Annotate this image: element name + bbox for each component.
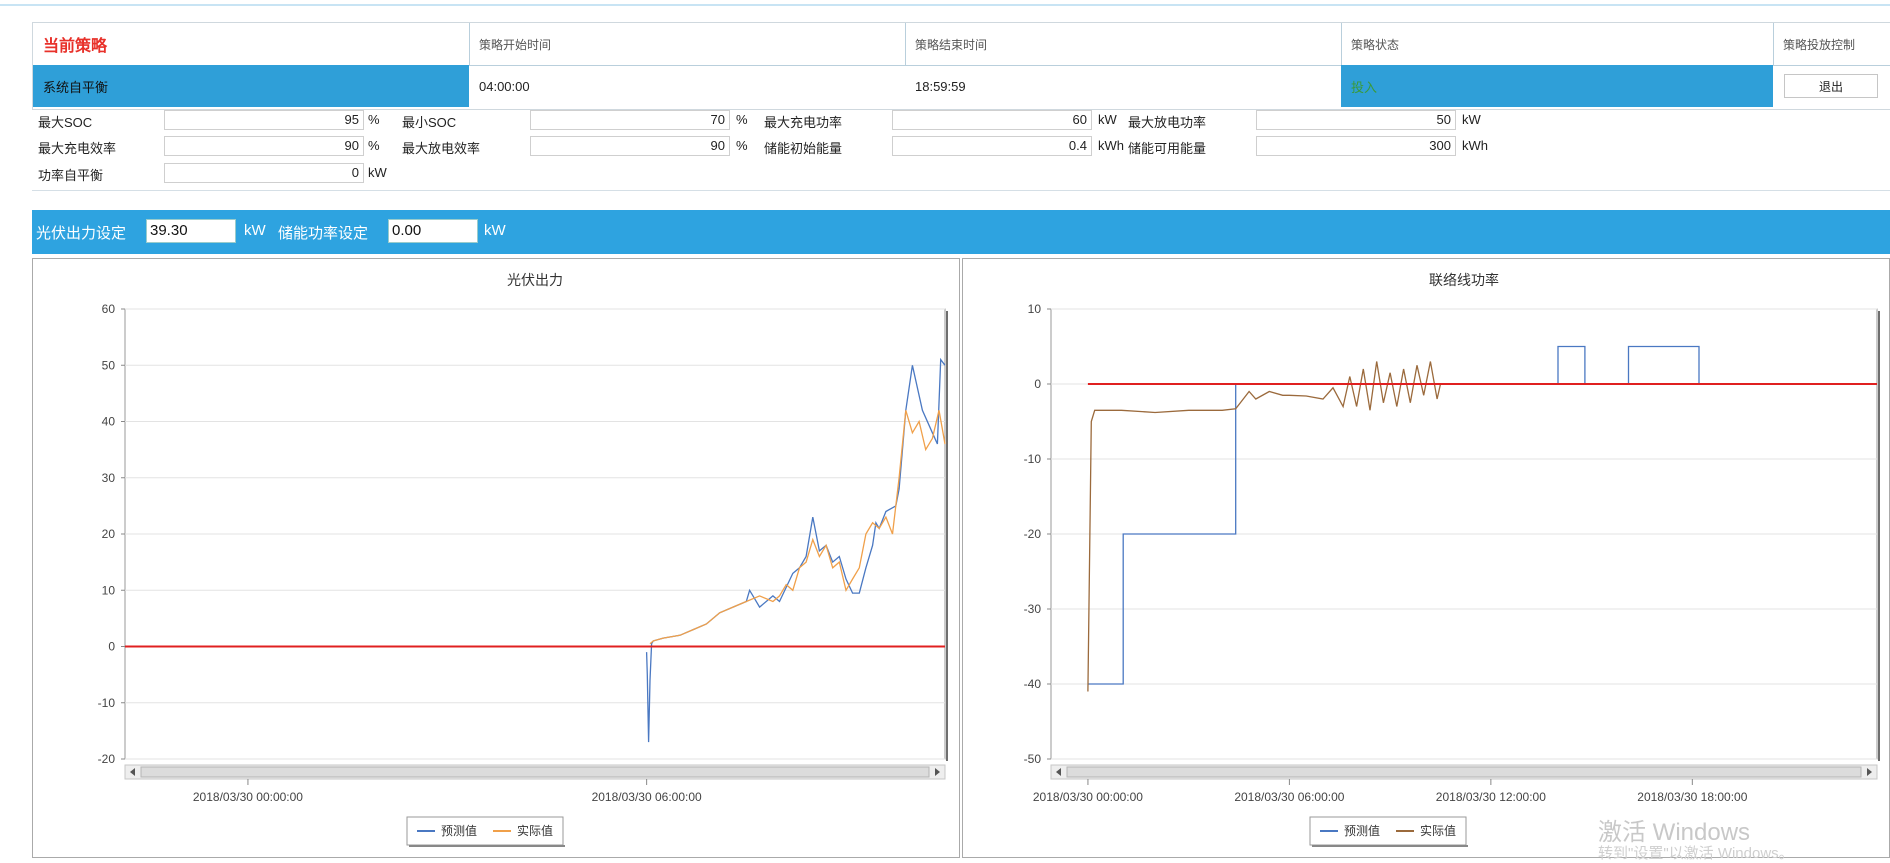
y-tick-label: 30: [102, 471, 116, 485]
param-unit: kW: [1098, 112, 1117, 127]
legend-shadow: [409, 845, 565, 847]
pv-output-panel: 光伏出力 60 50 40 30 20 10 0 -10 -20 2018/03/30 00:00:…: [32, 258, 960, 858]
header-start-time: 策略开始时间: [479, 37, 552, 52]
tieline-power-panel: 联络线功率 10 0 -10 -20 -30 -40 -50 2018/03/30 00:00:…: [962, 258, 1890, 858]
legend-label[interactable]: 实际值: [1420, 823, 1456, 838]
param-unit: kW: [368, 165, 387, 180]
strategy-row-status: 投入: [1341, 65, 1773, 107]
y-tick-label: 0: [108, 640, 115, 654]
strategy-title-cell: 当前策略: [33, 23, 469, 65]
x-tick-label: 2018/03/30 00:00:00: [193, 790, 303, 804]
legend-label[interactable]: 预测值: [1344, 823, 1380, 838]
legend-label[interactable]: 实际值: [517, 823, 553, 838]
strategy-row-name[interactable]: 系统自平衡: [33, 65, 469, 107]
x-tick-label: 2018/03/30 06:00:00: [592, 790, 702, 804]
scrollbar-thumb[interactable]: [140, 766, 930, 778]
y-tick-label: 20: [102, 527, 116, 541]
param-unit: %: [736, 112, 748, 127]
y-tick-label: 40: [102, 415, 116, 429]
storage-setting-label: 储能功率设定: [278, 225, 369, 242]
y-tick-label: -10: [98, 696, 116, 710]
pv-setting-label: 光伏出力设定: [36, 225, 127, 242]
param-unit: %: [368, 112, 380, 127]
exit-button[interactable]: 退出: [1784, 74, 1878, 98]
y-tick-label: -10: [1024, 452, 1042, 466]
y-tick-label: 50: [102, 358, 116, 372]
scrollbar-thumb[interactable]: [1066, 766, 1862, 778]
param-input[interactable]: 50: [1256, 110, 1456, 130]
param-label: 储能初始能量: [764, 141, 843, 156]
pv-setting-input[interactable]: 39.30: [146, 219, 236, 243]
param-input[interactable]: 60: [892, 110, 1092, 130]
param-input[interactable]: 300: [1256, 136, 1456, 156]
param-unit: %: [736, 138, 748, 153]
tieline-power-chart: 联络线功率 10 0 -10 -20 -30 -40 -50 2018/03/30 00:00:…: [1024, 272, 1880, 847]
strategy-row-start: 04:00:00: [469, 65, 905, 107]
param-label: 储能可用能量: [1128, 141, 1207, 156]
chart-title: 光伏出力: [507, 272, 563, 288]
y-tick-label: -20: [1024, 527, 1042, 541]
x-tick-label: 2018/03/30 12:00:00: [1436, 790, 1546, 804]
storage-setting-unit: kW: [484, 222, 506, 239]
strategy-table: 当前策略 策略开始时间 策略结束时间 策略状态 策略投放控制 系统自平衡 04:…: [32, 22, 1890, 110]
header-end-time: 策略结束时间: [915, 37, 988, 52]
strategy-title: 当前策略: [43, 38, 108, 55]
param-label: 最大放电效率: [402, 141, 481, 156]
y-tick-label: 10: [1028, 302, 1042, 316]
header-status: 策略状态: [1351, 37, 1400, 52]
param-label: 最大SOC: [38, 115, 93, 130]
y-tick-label: -20: [98, 752, 116, 766]
x-tick-label: 2018/03/30 18:00:00: [1637, 790, 1747, 804]
header-control: 策略投放控制: [1783, 37, 1856, 52]
y-tick-label: -30: [1024, 602, 1042, 616]
y-tick-label: 10: [102, 583, 116, 597]
y-tick-label: -50: [1024, 752, 1042, 766]
param-input[interactable]: 0.4: [892, 136, 1092, 156]
param-label: 最大充电功率: [764, 115, 843, 130]
param-input[interactable]: 95: [164, 110, 364, 130]
param-unit: kWh: [1098, 138, 1124, 153]
setting-bar: 光伏出力设定 39.30 kW 储能功率设定 0.00 kW: [32, 210, 1890, 254]
param-label: 最大放电功率: [1128, 115, 1207, 130]
y-tick-label: 60: [102, 302, 116, 316]
param-label: 功率自平衡: [38, 168, 104, 183]
y-tick-label: -40: [1024, 677, 1042, 691]
top-divider: [0, 4, 1890, 6]
strategy-row-end: 18:59:59: [905, 65, 1341, 107]
pv-setting-unit: kW: [244, 222, 266, 239]
storage-setting-input[interactable]: 0.00: [388, 219, 478, 243]
y-tick-label: 0: [1034, 377, 1041, 391]
param-input[interactable]: 90: [530, 136, 730, 156]
param-unit: %: [368, 138, 380, 153]
param-unit: kW: [1462, 112, 1481, 127]
pv-output-chart: 光伏出力 60 50 40 30 20 10 0 -10 -20 2018/03/30 00:00:…: [98, 272, 948, 847]
chart-title: 联络线功率: [1429, 272, 1499, 288]
param-unit: kWh: [1462, 138, 1488, 153]
param-label: 最小SOC: [402, 115, 457, 130]
param-label: 最大充电效率: [38, 141, 117, 156]
legend-label[interactable]: 预测值: [441, 823, 477, 838]
x-tick-label: 2018/03/30 00:00:00: [1033, 790, 1143, 804]
legend-shadow: [1312, 845, 1468, 847]
x-tick-label: 2018/03/30 06:00:00: [1234, 790, 1344, 804]
param-input[interactable]: 0: [164, 163, 364, 183]
param-input[interactable]: 70: [530, 110, 730, 130]
param-input[interactable]: 90: [164, 136, 364, 156]
